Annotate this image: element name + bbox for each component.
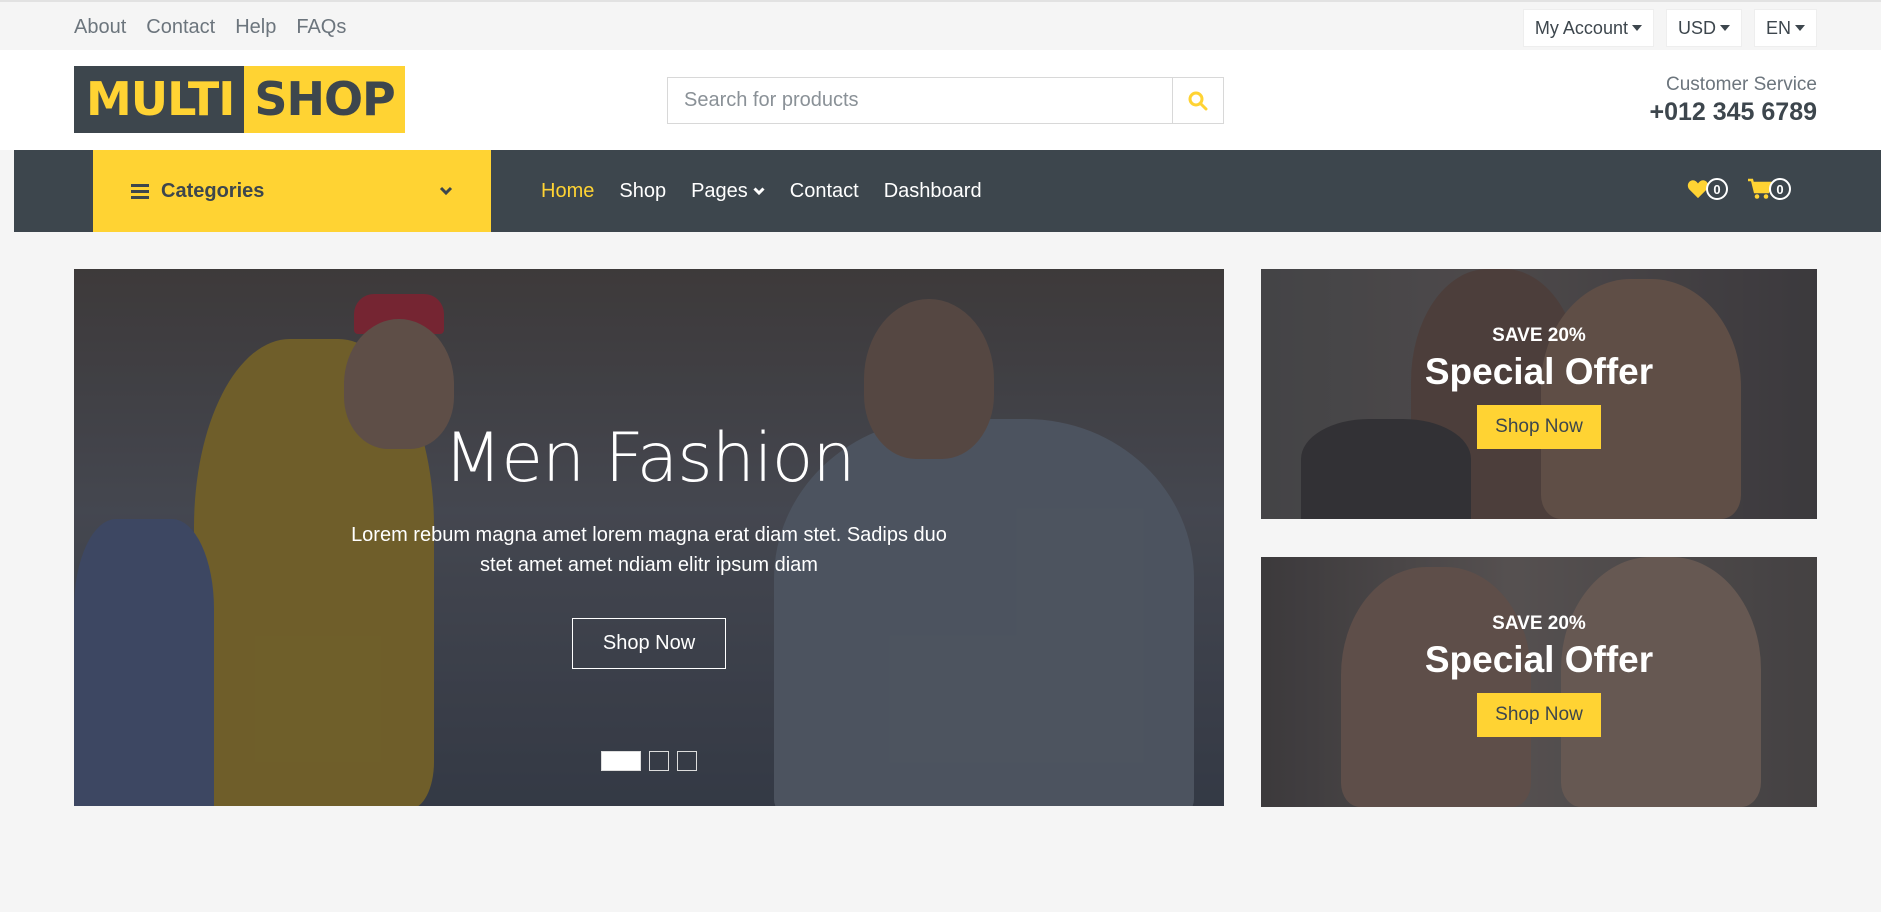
search-bar (667, 77, 1224, 124)
offer-title: Special Offer (1424, 351, 1654, 392)
search-icon (1188, 91, 1208, 110)
caret-down-icon (1795, 25, 1805, 31)
chevron-down-icon (753, 186, 765, 195)
offer-shop-now-button[interactable]: Shop Now (1477, 693, 1601, 737)
language-dropdown[interactable]: EN (1753, 9, 1817, 47)
link-faqs[interactable]: FAQs (296, 16, 346, 39)
carousel-indicator-2[interactable] (649, 751, 669, 771)
hero-carousel[interactable]: Men Fashion Lorem rebum magna amet lorem… (74, 269, 1224, 806)
caret-down-icon (1631, 25, 1642, 31)
hero-shop-now-button[interactable]: Shop Now (571, 618, 727, 669)
topbar-links: About Contact Help FAQs (74, 16, 346, 39)
categories-label: Categories (161, 179, 265, 202)
hero-content: Men Fashion Lorem rebum magna amet lorem… (74, 419, 1224, 669)
language-label: EN (1765, 17, 1791, 38)
nav-shop[interactable]: Shop (619, 180, 666, 203)
carousel-indicator-3[interactable] (677, 751, 697, 771)
logo-part1: MULTI (74, 66, 245, 133)
carousel-indicator-1[interactable] (601, 751, 641, 771)
link-contact[interactable]: Contact (146, 16, 215, 39)
hero-text: Lorem rebum magna amet lorem magna erat … (351, 524, 947, 576)
wishlist-button[interactable]: 0 (1687, 178, 1728, 200)
nav-icons: 0 0 (1687, 178, 1791, 200)
nav-dashboard[interactable]: Dashboard (884, 180, 982, 203)
carousel-indicators (601, 751, 697, 771)
cart-count: 0 (1769, 178, 1791, 200)
link-about[interactable]: About (74, 16, 126, 39)
my-account-dropdown[interactable]: My Account (1522, 9, 1654, 47)
caret-down-icon (1719, 25, 1730, 31)
hero-title: Men Fashion (443, 419, 856, 498)
offer-content-1: SAVE 20% Special Offer Shop Now (1261, 325, 1817, 449)
currency-dropdown[interactable]: USD (1665, 9, 1742, 47)
service-phone: +012 345 6789 (1649, 98, 1817, 126)
nav-links: Home Shop Pages Contact Dashboard (541, 150, 982, 232)
cart-button[interactable]: 0 (1748, 178, 1791, 200)
offer-content-2: SAVE 20% Special Offer Shop Now (1261, 613, 1817, 737)
logo[interactable]: MULTI SHOP (74, 66, 405, 133)
offer-card-1: SAVE 20% Special Offer Shop Now (1261, 269, 1817, 519)
topbar-dropdowns: My Account USD EN (1522, 9, 1817, 47)
logo-part2: SHOP (244, 66, 405, 133)
chevron-down-icon (439, 186, 453, 196)
navbar: Categories Home Shop Pages Contact Dashb… (14, 150, 1881, 232)
bars-icon (131, 184, 149, 199)
offer-save-label: SAVE 20% (1492, 325, 1586, 346)
offer-title: Special Offer (1424, 639, 1654, 680)
nav-pages-label: Pages (691, 179, 748, 202)
search-button[interactable] (1172, 78, 1223, 123)
offer-shop-now-button[interactable]: Shop Now (1477, 405, 1601, 449)
topbar: About Contact Help FAQs My Account USD E… (0, 0, 1881, 50)
customer-service: Customer Service +012 345 6789 (1649, 74, 1817, 127)
offer-save-label: SAVE 20% (1492, 613, 1586, 634)
categories-dropdown[interactable]: Categories (93, 150, 491, 232)
link-help[interactable]: Help (235, 16, 276, 39)
nav-contact[interactable]: Contact (790, 180, 859, 203)
wishlist-count: 0 (1706, 178, 1728, 200)
nav-pages[interactable]: Pages (691, 180, 765, 203)
nav-home[interactable]: Home (541, 180, 594, 203)
offer-card-2: SAVE 20% Special Offer Shop Now (1261, 557, 1817, 807)
my-account-label: My Account (1534, 17, 1628, 38)
service-label: Customer Service (1666, 74, 1817, 95)
search-input[interactable] (668, 78, 1172, 123)
header: MULTI SHOP Customer Service +012 345 678… (0, 50, 1881, 150)
currency-label: USD (1677, 17, 1716, 38)
